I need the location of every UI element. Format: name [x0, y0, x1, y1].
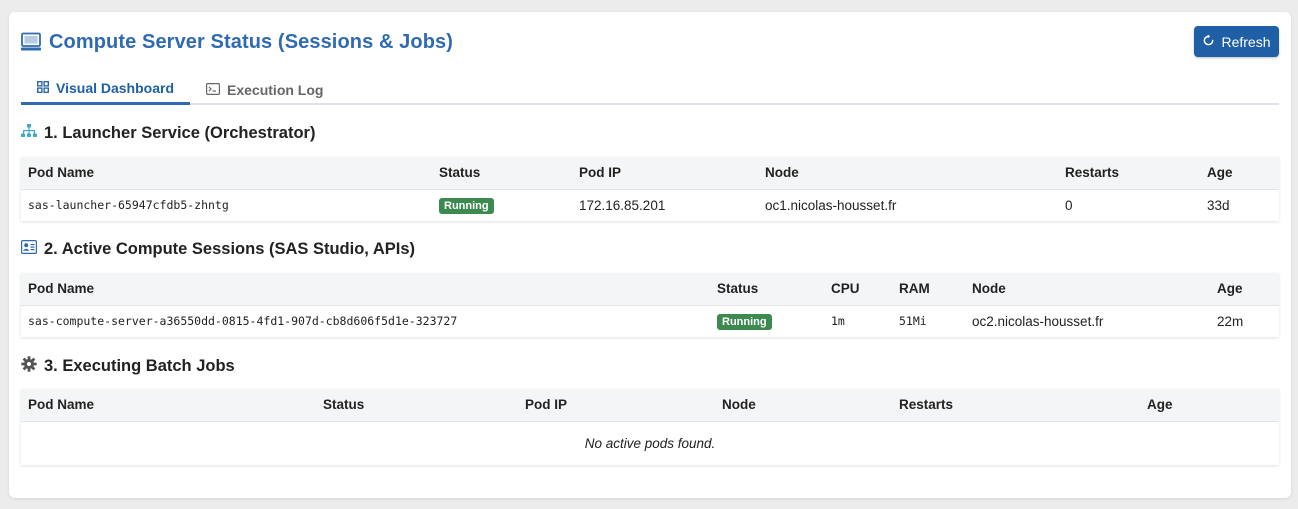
- node: oc1.nicolas-housset.fr: [758, 189, 1058, 221]
- pod-name-link[interactable]: sas-compute-server-a36550dd-0815-4fd1-90…: [21, 305, 710, 337]
- column-header: Age: [1140, 389, 1279, 422]
- column-header: CPU: [824, 273, 892, 306]
- section-title-text: 1. Launcher Service (Orchestrator): [44, 124, 316, 142]
- tab-visual-dashboard[interactable]: Visual Dashboard: [21, 74, 191, 105]
- refresh-label: Refresh: [1221, 33, 1271, 50]
- cpu: 1m: [824, 305, 892, 337]
- restarts: 0: [1058, 189, 1200, 221]
- empty-message: No active pods found.: [21, 421, 1279, 465]
- table-row: No active pods found.: [21, 421, 1279, 465]
- batch-table: Pod Name Status Pod IP Node Restarts Age…: [21, 389, 1279, 465]
- ram: 51Mi: [892, 305, 965, 337]
- grid-icon: [37, 80, 49, 96]
- column-header: Pod IP: [518, 389, 715, 422]
- table-header-row: Pod Name Status Pod IP Node Restarts Age: [21, 389, 1279, 422]
- column-header: Status: [432, 157, 572, 190]
- tab-label: Visual Dashboard: [56, 80, 175, 96]
- header: Compute Server Status (Sessions & Jobs) …: [21, 26, 1279, 58]
- column-header: Status: [710, 273, 824, 306]
- status-badge: Running: [439, 197, 494, 214]
- section-launcher-title: 1. Launcher Service (Orchestrator): [21, 124, 315, 143]
- column-header: Restarts: [892, 389, 1140, 422]
- tab-execution-log[interactable]: Execution Log: [190, 74, 339, 105]
- status-badge: Running: [717, 313, 772, 330]
- column-header: Pod Name: [21, 157, 432, 190]
- column-header: Pod Name: [21, 389, 316, 422]
- age: 33d: [1200, 189, 1279, 221]
- node: oc2.nicolas-housset.fr: [965, 305, 1210, 337]
- column-header: Age: [1200, 157, 1279, 190]
- id-card-icon: [21, 240, 38, 259]
- tab-label: Execution Log: [227, 81, 324, 98]
- column-header: Node: [965, 273, 1210, 306]
- table-header-row: Pod Name Status CPU RAM Node Age: [21, 273, 1279, 306]
- column-header: Pod IP: [572, 157, 758, 190]
- refresh-icon: [1202, 34, 1215, 50]
- tab-bar: Visual Dashboard Execution Log: [21, 74, 1279, 105]
- section-title-text: 2. Active Compute Sessions (SAS Studio, …: [44, 240, 416, 258]
- section-batch-title: 3. Executing Batch Jobs: [21, 356, 235, 377]
- section-title-text: 3. Executing Batch Jobs: [44, 357, 235, 375]
- column-header: Restarts: [1058, 157, 1200, 190]
- column-header: Node: [715, 389, 892, 422]
- age: 22m: [1210, 305, 1279, 337]
- section-sessions-title: 2. Active Compute Sessions (SAS Studio, …: [21, 240, 415, 259]
- status-cell: Running: [710, 305, 824, 337]
- launcher-table: Pod Name Status Pod IP Node Restarts Age…: [21, 157, 1279, 221]
- monitor-icon: [21, 31, 43, 53]
- table-header-row: Pod Name Status Pod IP Node Restarts Age: [21, 157, 1279, 190]
- table-row: sas-compute-server-a36550dd-0815-4fd1-90…: [21, 305, 1279, 337]
- gear-icon: [21, 356, 37, 377]
- status-cell: Running: [432, 189, 572, 221]
- sitemap-icon: [21, 124, 37, 143]
- column-header: Status: [316, 389, 518, 422]
- refresh-button[interactable]: Refresh: [1194, 26, 1279, 57]
- sessions-table: Pod Name Status CPU RAM Node Age sas-com…: [21, 273, 1279, 337]
- pod-name: sas-launcher-65947cfdb5-zhntg: [21, 189, 432, 221]
- column-header: Node: [758, 157, 1058, 190]
- terminal-icon: [206, 82, 221, 98]
- pod-ip: 172.16.85.201: [572, 189, 758, 221]
- page-title: Compute Server Status (Sessions & Jobs): [49, 30, 454, 53]
- column-header: RAM: [892, 273, 965, 306]
- column-header: Age: [1210, 273, 1279, 306]
- column-header: Pod Name: [21, 273, 710, 306]
- table-row: sas-launcher-65947cfdb5-zhntg Running 17…: [21, 189, 1279, 221]
- main-card: Compute Server Status (Sessions & Jobs) …: [9, 12, 1291, 498]
